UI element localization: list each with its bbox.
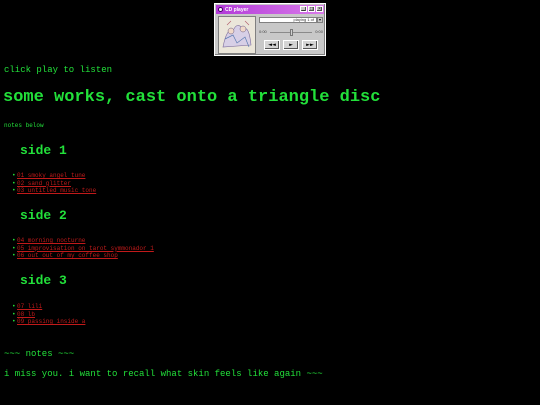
album-art-image [219,17,255,53]
page-title: some works, cast onto a triangle disc [3,88,381,107]
chevron-down-icon[interactable]: ▾ [317,17,323,23]
track-link[interactable]: 03 untitled music tone [17,187,96,194]
track-link[interactable]: 09 passing inside a [17,318,85,325]
time-elapsed: 0:00 [259,29,267,34]
note-text: i miss you. i want to recall what skin f… [4,369,323,379]
album-art [218,16,256,54]
window-controls: _ □ × [300,6,323,12]
intro-text: click play to listen [4,65,113,75]
seek-thumb[interactable] [290,29,293,36]
now-playing-field[interactable]: playing 1 of [259,17,317,23]
track-link[interactable]: 04 morning nocturne [17,237,85,244]
next-button[interactable]: ►► [302,40,318,50]
seek-bar[interactable]: 0:00 0:00 [259,26,323,38]
side-1-track-list: •01 smoky angel tune •02 sand glitter •0… [12,172,96,195]
cd-player-window: CD player _ □ × playing 1 of ▾ 0:00 0:00 [214,3,326,56]
time-total: 0:00 [315,29,323,34]
list-item: •04 morning nocturne [12,237,86,244]
side-1-heading: side 1 [20,143,67,158]
title-bar: CD player _ □ × [216,5,324,14]
list-item: •09 passing inside a [12,318,86,325]
play-icon: ► [289,42,293,48]
now-playing-select[interactable]: playing 1 of ▾ [259,17,323,23]
notes-heading: ~~~ notes ~~~ [4,349,75,359]
transport-controls: ◄◄ ► ►► [259,40,323,50]
maximize-button[interactable]: □ [308,6,315,12]
list-item: •01 smoky angel tune [12,172,86,179]
track-link[interactable]: 07 lili [17,303,42,310]
notes-below-text: notes below [4,122,44,129]
list-item: •07 lili [12,303,43,310]
close-button[interactable]: × [316,6,323,12]
list-item: •03 untitled music tone [12,187,97,194]
seek-track[interactable] [270,29,312,36]
list-item: •08 lb [12,310,36,318]
list-item: •02 sand glitter [12,179,72,187]
window-title: CD player [225,6,249,13]
minimize-button[interactable]: _ [300,6,307,12]
track-link[interactable]: 01 smoky angel tune [17,172,85,179]
track-link[interactable]: 05 improvisation on tarot symmonador 1 [17,245,154,252]
previous-button[interactable]: ◄◄ [264,40,280,50]
side-3-track-list: •07 lili •08 lb •09 passing inside a [12,303,85,326]
side-3-heading: side 3 [20,273,67,288]
rewind-icon: ◄◄ [268,42,276,48]
fast-forward-icon: ►► [306,42,314,48]
track-link[interactable]: 06 out out of my coffee shop [17,252,118,259]
track-link[interactable]: 02 sand glitter [17,180,71,187]
side-2-track-list: •04 morning nocturne •05 improvisation o… [12,237,154,260]
control-panel: playing 1 of ▾ 0:00 0:00 ◄◄ ► ►► [259,17,323,50]
side-2-heading: side 2 [20,208,67,223]
play-button[interactable]: ► [283,40,299,50]
list-item: •06 out out of my coffee shop [12,252,118,259]
list-item: •05 improvisation on tarot symmonador 1 [12,244,154,252]
track-link[interactable]: 08 lb [17,311,35,318]
cd-icon [218,7,223,12]
